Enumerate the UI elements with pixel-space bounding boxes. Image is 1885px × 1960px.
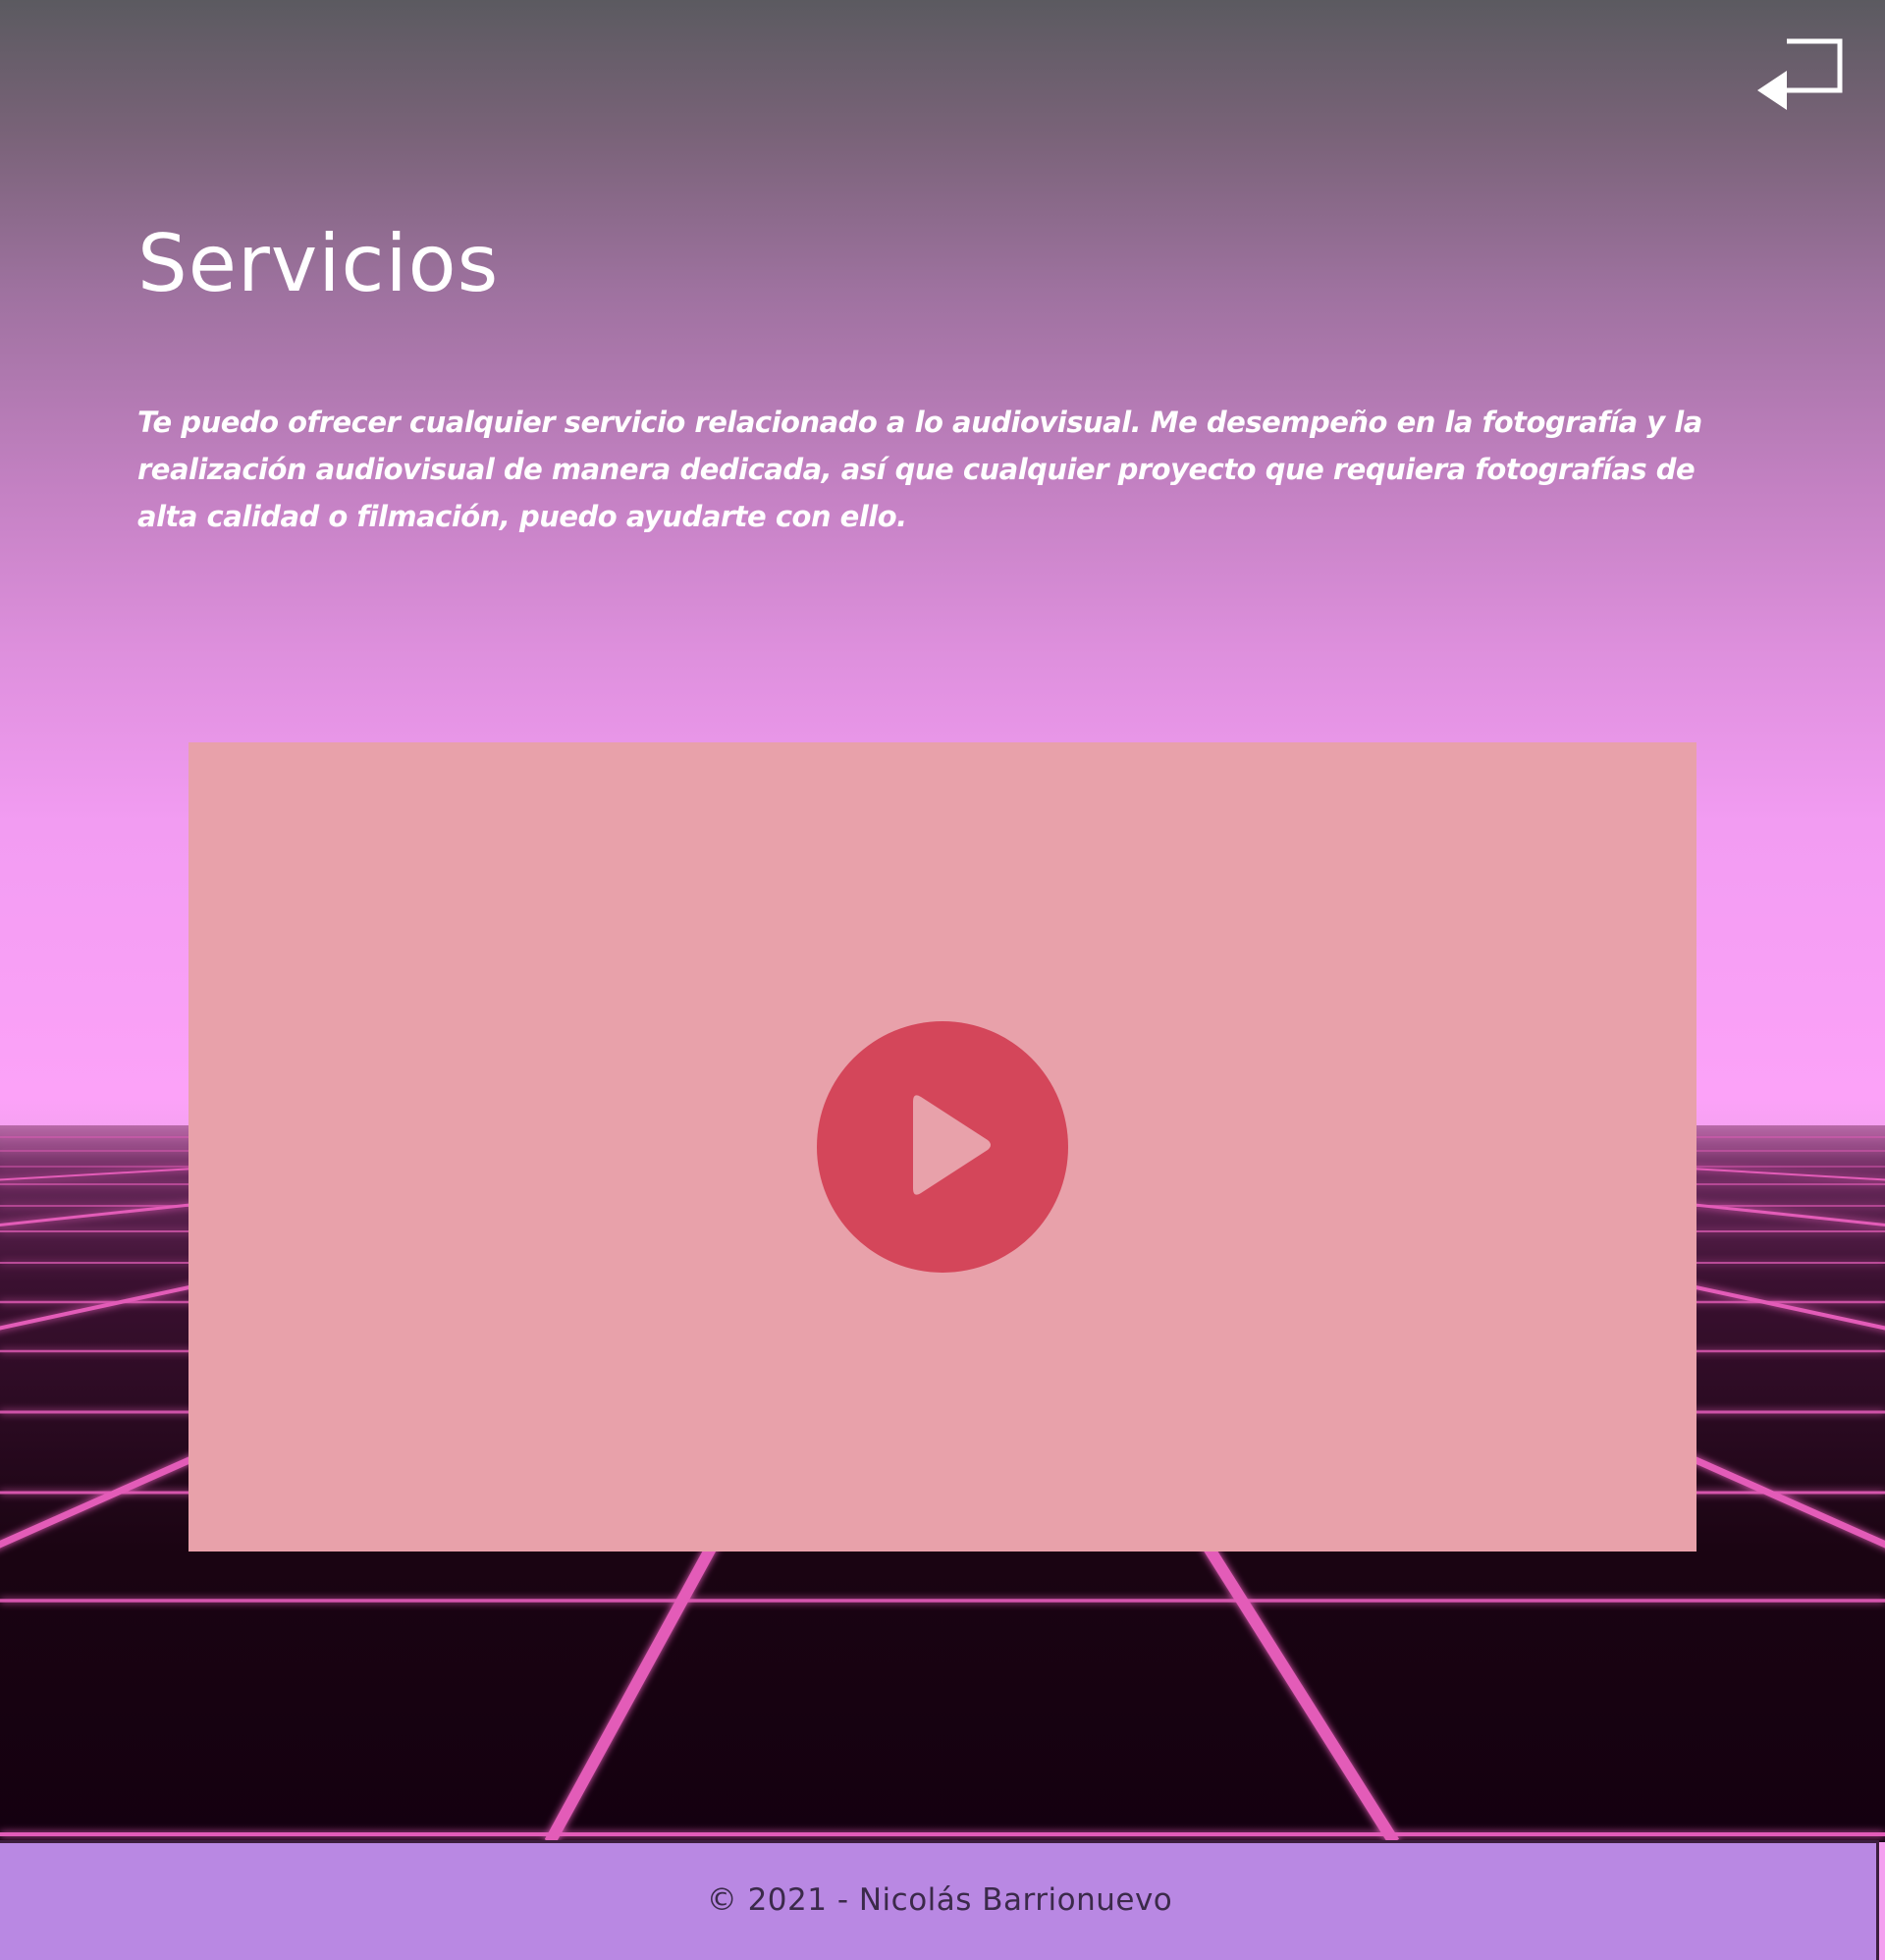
- play-icon: [913, 1095, 991, 1195]
- intro-text: Te puedo ofrecer cualquier servicio rela…: [137, 406, 1702, 533]
- back-button[interactable]: [1757, 37, 1844, 112]
- page-title: Servicios: [137, 218, 500, 309]
- footer-copyright: © 2021 - Nicolás Barrionuevo: [706, 1882, 1173, 1918]
- play-button[interactable]: [817, 1021, 1068, 1273]
- footer: © 2021 - Nicolás Barrionuevo: [0, 1840, 1879, 1960]
- video-player[interactable]: [188, 742, 1696, 1552]
- return-arrow-icon: [1757, 38, 1843, 110]
